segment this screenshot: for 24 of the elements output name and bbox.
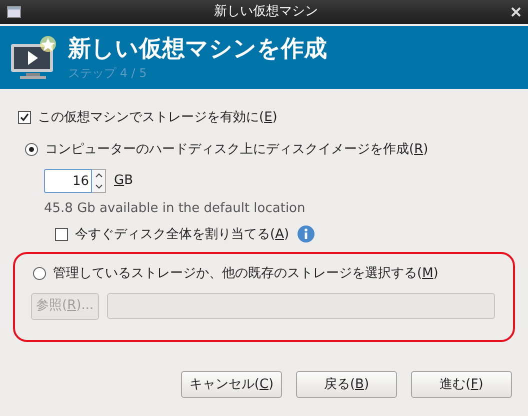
radio-label: 管理しているストレージか、他の既存のストレージを選択する(M) [53,265,438,283]
header-title: 新しい仮想マシンを作成 [68,34,327,64]
info-icon[interactable] [297,225,316,244]
dialog-button[interactable]: 進む(F) [411,371,512,398]
monitor-icon [10,36,56,80]
unit-label: GB [114,172,133,190]
enable-storage-label: この仮想マシンでストレージを有効に(E) [38,109,278,127]
size-field[interactable]: 16 [44,169,92,193]
radio-label: コンピューターのハードディスク上にディスクイメージを作成(R) [45,140,428,158]
available-space-text: 45.8 Gb available in the default location [44,200,306,218]
window-title: 新しい仮想マシン [213,3,319,22]
down-icon [94,184,102,189]
checkbox[interactable] [55,228,68,241]
checkbox[interactable] [18,111,31,124]
step-indicator: ステップ 4 / 5 [68,64,148,82]
close-icon[interactable] [511,7,521,17]
dialog-button[interactable]: 戻る(B) [296,371,397,398]
radio-button[interactable] [25,142,38,156]
window-icon [7,6,21,18]
radio-button[interactable] [33,267,46,280]
up-icon [94,173,102,178]
dialog-button[interactable]: キャンセル(C) [181,371,282,398]
allocate-label: 今すぐディスク全体を割り当てる(A) [75,226,290,244]
spin-buttons[interactable] [92,169,106,193]
